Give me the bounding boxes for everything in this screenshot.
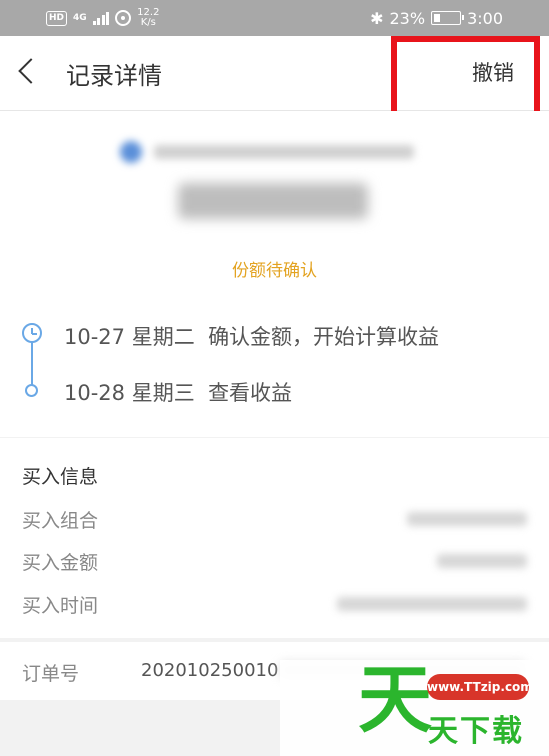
battery-percent: 23% [389, 8, 426, 28]
bluetooth-icon: ✱ [370, 8, 384, 28]
status-right: ✱ 23% 3:00 [370, 7, 503, 29]
net-speed: 12.2 K/s [137, 7, 160, 28]
hd-badge: HD [46, 10, 68, 26]
blurred-time [337, 597, 527, 611]
blurred-portfolio [407, 512, 527, 526]
status-left: HD 4G 12.2 K/s [46, 8, 159, 28]
timeline-dot-icon [25, 384, 38, 397]
status-bar: HD 4G 12.2 K/s ✱ 23% 3:00 [0, 0, 549, 36]
back-arrow-icon[interactable] [18, 58, 44, 84]
blurred-amount [178, 183, 368, 219]
product-icon [120, 141, 142, 163]
watermark-logo: 天 [358, 657, 432, 743]
page-title: 记录详情 [66, 62, 162, 90]
order-number: 202010250010 [141, 660, 279, 681]
blurred-amount-value [437, 554, 527, 568]
record-summary: 份额待确认 10-27 星期二 确认金额，开始计算收益 10-28 星期三 查看… [0, 111, 549, 437]
clock: 3:00 [467, 8, 503, 28]
hotspot-icon [115, 10, 132, 26]
order-label: 订单号 [22, 663, 80, 685]
timeline-step-2: 10-28 星期三 查看收益 [64, 381, 293, 405]
status-badge: 份额待确认 [232, 261, 317, 281]
clock-icon [22, 323, 42, 343]
buy-info-section: 买入信息 买入组合 买入金额 买入时间 [0, 438, 549, 638]
signal-icon [92, 11, 110, 25]
buy-time-label: 买入时间 [22, 595, 99, 617]
timeline-step-1: 10-27 星期二 确认金额，开始计算收益 [64, 325, 440, 349]
buy-portfolio-label: 买入组合 [22, 510, 99, 532]
buy-amount-label: 买入金额 [22, 552, 99, 574]
timeline-line [31, 336, 33, 389]
battery-icon [431, 11, 465, 25]
blurred-product-name [120, 141, 414, 163]
watermark-url: www.TTzip.com [427, 674, 533, 700]
section-title: 买入信息 [22, 466, 99, 488]
network-type: 4G [73, 13, 87, 23]
watermark-text: 天下载 [428, 714, 524, 749]
